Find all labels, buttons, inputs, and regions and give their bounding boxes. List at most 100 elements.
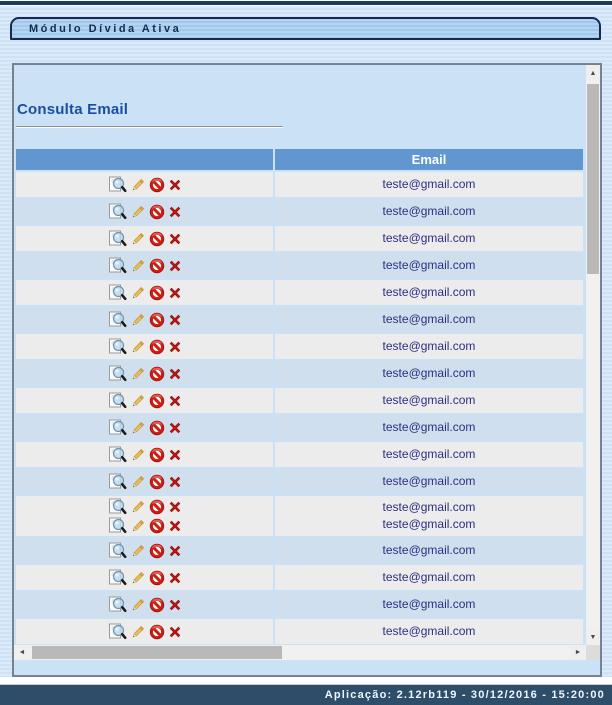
edit-pencil-icon[interactable] [130, 420, 146, 436]
preview-document-icon[interactable] [108, 176, 127, 194]
block-icon[interactable] [149, 420, 165, 436]
edit-pencil-icon[interactable] [130, 393, 146, 409]
email-column-label: Email [412, 152, 447, 167]
preview-document-icon[interactable] [108, 498, 127, 516]
preview-document-icon[interactable] [108, 517, 127, 535]
row-email-cell: teste@gmail.com [275, 619, 583, 644]
preview-document-icon[interactable] [108, 203, 127, 221]
scroll-up-button[interactable]: ▲ [586, 65, 600, 81]
edit-pencil-icon[interactable] [130, 285, 146, 301]
preview-document-icon[interactable] [108, 596, 127, 614]
preview-document-icon[interactable] [108, 419, 127, 437]
delete-x-icon[interactable] [168, 519, 182, 533]
block-icon[interactable] [149, 474, 165, 490]
table-row: teste@gmail.com [16, 388, 586, 413]
delete-x-icon[interactable] [168, 394, 182, 408]
edit-pencil-icon[interactable] [130, 474, 146, 490]
delete-x-icon[interactable] [168, 367, 182, 381]
block-icon[interactable] [149, 258, 165, 274]
vertical-scroll-thumb[interactable] [587, 84, 599, 274]
delete-x-icon[interactable] [168, 544, 182, 558]
block-icon[interactable] [149, 312, 165, 328]
block-icon[interactable] [149, 177, 165, 193]
table-row: teste@gmail.com [16, 334, 586, 359]
preview-document-icon[interactable] [108, 473, 127, 491]
scroll-left-button[interactable]: ◄ [14, 645, 30, 660]
horizontal-scrollbar[interactable]: ◄ ► [14, 645, 586, 660]
row-email-cell: teste@gmail.comteste@gmail.com [275, 496, 583, 536]
delete-x-icon[interactable] [168, 475, 182, 489]
preview-document-icon[interactable] [108, 623, 127, 641]
horizontal-scroll-thumb[interactable] [32, 646, 282, 659]
block-icon[interactable] [149, 204, 165, 220]
block-icon[interactable] [149, 393, 165, 409]
block-icon[interactable] [149, 518, 165, 534]
edit-pencil-icon[interactable] [130, 366, 146, 382]
module-tab: Módulo Dívida Ativa [10, 17, 601, 40]
block-icon[interactable] [149, 231, 165, 247]
preview-document-icon[interactable] [108, 392, 127, 410]
preview-document-icon[interactable] [108, 284, 127, 302]
preview-document-icon[interactable] [108, 338, 127, 356]
email-value: teste@gmail.com [383, 446, 476, 463]
email-value: teste@gmail.com [383, 203, 476, 220]
row-actions-cell [16, 226, 273, 251]
preview-document-icon[interactable] [108, 542, 127, 560]
delete-x-icon[interactable] [168, 259, 182, 273]
block-icon[interactable] [149, 339, 165, 355]
edit-pencil-icon[interactable] [130, 231, 146, 247]
content-panel: Consulta Email Email teste@gmail.com tes… [12, 63, 602, 677]
row-action-icons [108, 541, 182, 560]
delete-x-icon[interactable] [168, 232, 182, 246]
delete-x-icon[interactable] [168, 625, 182, 639]
preview-document-icon[interactable] [108, 365, 127, 383]
delete-x-icon[interactable] [168, 178, 182, 192]
table-row: teste@gmail.com [16, 469, 586, 494]
edit-pencil-icon[interactable] [130, 543, 146, 559]
block-icon[interactable] [149, 570, 165, 586]
edit-pencil-icon[interactable] [130, 312, 146, 328]
preview-document-icon[interactable] [108, 569, 127, 587]
edit-pencil-icon[interactable] [130, 499, 146, 515]
row-action-icons [108, 445, 182, 464]
email-value: teste@gmail.com [383, 257, 476, 274]
edit-pencil-icon[interactable] [130, 518, 146, 534]
scroll-right-button[interactable]: ► [570, 645, 586, 660]
scroll-down-button[interactable]: ▼ [586, 629, 600, 645]
preview-document-icon[interactable] [108, 257, 127, 275]
delete-x-icon[interactable] [168, 286, 182, 300]
row-action-icons [108, 229, 182, 248]
block-icon[interactable] [149, 543, 165, 559]
email-value: teste@gmail.com [383, 516, 476, 533]
edit-pencil-icon[interactable] [130, 570, 146, 586]
preview-document-icon[interactable] [108, 230, 127, 248]
edit-pencil-icon[interactable] [130, 177, 146, 193]
delete-x-icon[interactable] [168, 313, 182, 327]
vertical-scrollbar[interactable]: ▲ ▼ [586, 65, 600, 645]
delete-x-icon[interactable] [168, 448, 182, 462]
row-email-cell: teste@gmail.com [275, 280, 583, 305]
edit-pencil-icon[interactable] [130, 258, 146, 274]
preview-document-icon[interactable] [108, 446, 127, 464]
delete-x-icon[interactable] [168, 571, 182, 585]
edit-pencil-icon[interactable] [130, 204, 146, 220]
edit-pencil-icon[interactable] [130, 339, 146, 355]
table-header-row: Email [16, 149, 586, 170]
delete-x-icon[interactable] [168, 598, 182, 612]
block-icon[interactable] [149, 597, 165, 613]
edit-pencil-icon[interactable] [130, 447, 146, 463]
block-icon[interactable] [149, 624, 165, 640]
edit-pencil-icon[interactable] [130, 597, 146, 613]
block-icon[interactable] [149, 499, 165, 515]
delete-x-icon[interactable] [168, 340, 182, 354]
row-email-cell: teste@gmail.com [275, 469, 583, 494]
row-actions-cell [16, 307, 273, 332]
block-icon[interactable] [149, 285, 165, 301]
delete-x-icon[interactable] [168, 500, 182, 514]
delete-x-icon[interactable] [168, 421, 182, 435]
block-icon[interactable] [149, 447, 165, 463]
block-icon[interactable] [149, 366, 165, 382]
edit-pencil-icon[interactable] [130, 624, 146, 640]
delete-x-icon[interactable] [168, 205, 182, 219]
preview-document-icon[interactable] [108, 311, 127, 329]
